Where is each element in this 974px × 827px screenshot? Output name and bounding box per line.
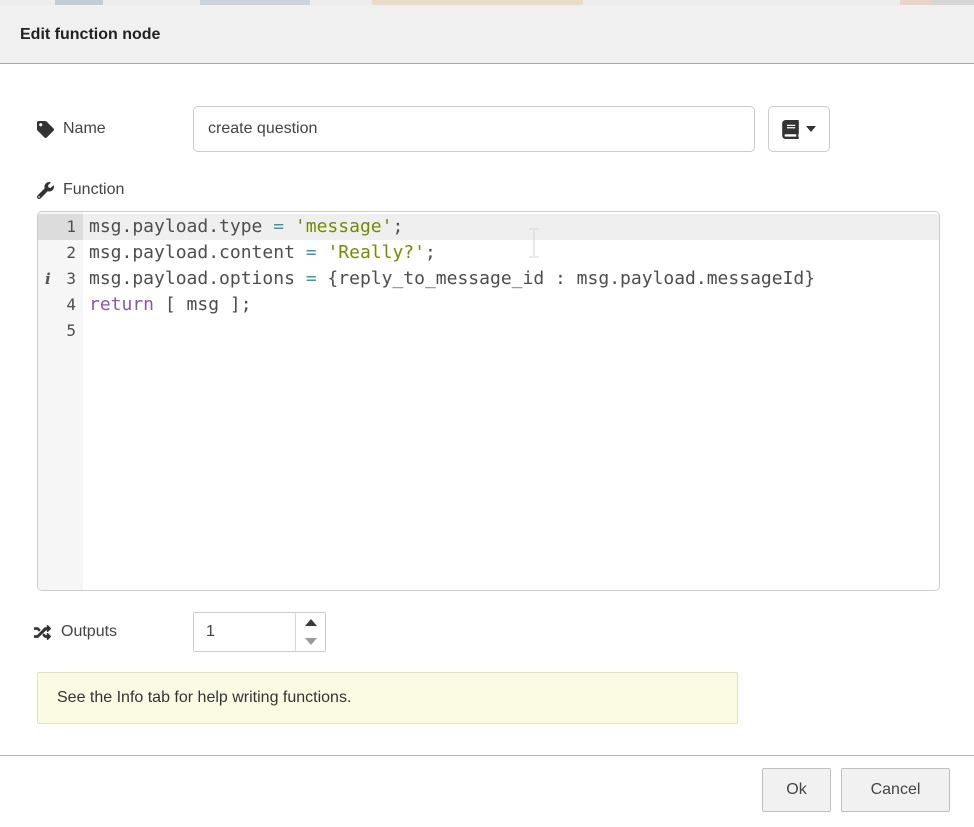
code-editor-content[interactable]: msg.payload.type = 'message';msg.payload… — [83, 212, 939, 590]
function-label: Function — [37, 180, 124, 200]
tip-text: See the Info tab for help writing functi… — [57, 689, 351, 707]
spinner-up-icon — [305, 619, 317, 626]
text-cursor — [527, 228, 541, 258]
dialog-header: Edit function node — [0, 5, 974, 64]
dialog-title: Edit function node — [0, 5, 974, 44]
outputs-label: Outputs — [33, 612, 117, 652]
code-editor-gutter: 12i345 — [38, 212, 83, 590]
form-tip: See the Info tab for help writing functi… — [37, 672, 738, 724]
code-line[interactable] — [83, 318, 939, 344]
gutter-line-number: 2 — [38, 240, 83, 266]
code-editor[interactable]: 12i345 msg.payload.type = 'message';msg.… — [37, 211, 940, 591]
spinner-down-button[interactable] — [296, 632, 325, 651]
outputs-spinner — [193, 612, 326, 652]
cancel-button[interactable]: Cancel — [841, 768, 950, 812]
code-line[interactable]: msg.payload.options = {reply_to_message_… — [83, 266, 939, 292]
code-line[interactable]: msg.payload.type = 'message'; — [83, 214, 939, 240]
gutter-line-number: 5 — [38, 318, 83, 344]
library-button[interactable] — [768, 106, 830, 152]
name-input[interactable] — [193, 106, 755, 152]
tag-icon — [37, 121, 54, 138]
spinner-up-button[interactable] — [296, 613, 325, 632]
footer-separator — [0, 755, 974, 756]
code-line[interactable]: return [ msg ]; — [83, 292, 939, 318]
function-label-text: Function — [63, 181, 124, 199]
shuffle-icon — [33, 624, 52, 641]
gutter-line-number: 1 — [38, 214, 83, 240]
outputs-input[interactable] — [194, 613, 295, 651]
spinner-down-icon — [305, 638, 317, 645]
ok-button[interactable]: Ok — [762, 768, 831, 812]
outputs-label-text: Outputs — [61, 623, 117, 641]
gutter-line-number: 4 — [38, 292, 83, 318]
gutter-line-number: i3 — [38, 266, 83, 292]
book-icon — [782, 120, 799, 139]
info-annotation-icon: i — [45, 266, 51, 292]
code-line[interactable]: msg.payload.content = 'Really?'; — [83, 240, 939, 266]
name-label: Name — [37, 106, 106, 152]
caret-down-icon — [806, 126, 816, 132]
name-label-text: Name — [63, 120, 106, 138]
wrench-icon — [37, 182, 54, 199]
